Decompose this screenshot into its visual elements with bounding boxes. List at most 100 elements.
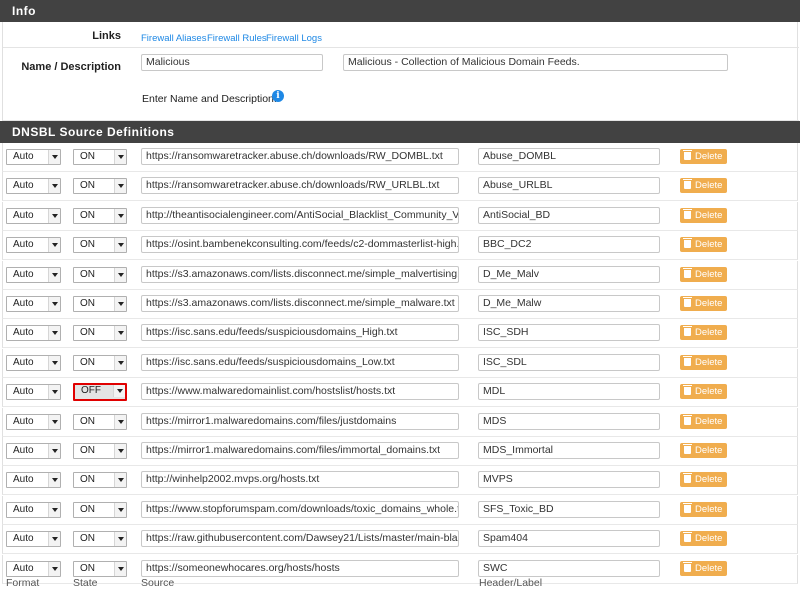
header-label-input[interactable]: D_Me_Malw <box>478 295 660 312</box>
source-url-input[interactable]: https://www.malwaredomainlist.com/hostsl… <box>141 383 459 400</box>
state-select-value: ON <box>80 563 95 574</box>
header-label-input[interactable]: MDL <box>478 383 660 400</box>
firewall-aliases-link[interactable]: Firewall Aliases <box>141 33 206 44</box>
format-select[interactable]: Auto <box>6 472 61 488</box>
chevron-down-icon <box>114 150 126 164</box>
source-row: Auto ON https://raw.githubusercontent.com/… <box>2 525 798 554</box>
chevron-down-icon <box>48 209 60 223</box>
state-select[interactable]: ON <box>73 237 127 253</box>
format-select[interactable]: Auto <box>6 208 61 224</box>
format-select[interactable]: Auto <box>6 414 61 430</box>
header-label-column-label: Header/Label <box>479 577 543 589</box>
delete-button[interactable]: Delete <box>680 208 728 223</box>
delete-button[interactable]: Delete <box>680 325 728 340</box>
state-select[interactable]: ON <box>73 531 127 547</box>
source-url-input[interactable]: http://winhelp2002.mvps.org/hosts.txt <box>141 471 459 488</box>
state-select[interactable]: ON <box>73 502 127 518</box>
state-select[interactable]: ON <box>73 561 127 577</box>
chevron-down-icon <box>114 503 126 517</box>
format-select[interactable]: Auto <box>6 237 61 253</box>
state-select[interactable]: ON <box>73 208 127 224</box>
format-select-value: Auto <box>13 416 34 427</box>
chevron-down-icon <box>114 297 126 311</box>
state-select[interactable]: ON <box>73 414 127 430</box>
header-label-input[interactable]: MDS_Immortal <box>478 442 660 459</box>
format-select[interactable]: Auto <box>6 531 61 547</box>
source-url-input[interactable]: http://theantisocialengineer.com/AntiSoc… <box>141 207 459 224</box>
info-panel-heading: Info <box>0 0 800 22</box>
header-label-input[interactable]: MDS <box>478 413 660 430</box>
delete-button[interactable]: Delete <box>680 414 728 429</box>
header-label-input[interactable]: Abuse_URLBL <box>478 177 660 194</box>
format-select[interactable]: Auto <box>6 355 61 371</box>
firewall-rules-link[interactable]: Firewall Rules <box>207 33 267 44</box>
header-label-input[interactable]: Spam404 <box>478 530 660 547</box>
header-label-input[interactable]: BBC_DC2 <box>478 236 660 253</box>
name-input[interactable]: Malicious <box>141 54 323 71</box>
format-select[interactable]: Auto <box>6 325 61 341</box>
state-select[interactable]: ON <box>73 149 127 165</box>
state-select-value: ON <box>80 180 95 191</box>
source-url-input[interactable]: https://s3.amazonaws.com/lists.disconnec… <box>141 295 459 312</box>
delete-button[interactable]: Delete <box>680 561 728 576</box>
delete-button-label: Delete <box>695 445 723 456</box>
firewall-logs-link[interactable]: Firewall Logs <box>266 33 322 44</box>
format-select[interactable]: Auto <box>6 384 61 400</box>
source-url-input[interactable]: https://someonewhocares.org/hosts/hosts <box>141 560 459 577</box>
header-label-input[interactable]: Abuse_DOMBL <box>478 148 660 165</box>
source-url-input[interactable]: https://mirror1.malwaredomains.com/files… <box>141 413 459 430</box>
chevron-down-icon <box>114 415 126 429</box>
delete-button[interactable]: Delete <box>680 384 728 399</box>
state-select[interactable]: ON <box>73 296 127 312</box>
delete-button[interactable]: Delete <box>680 149 728 164</box>
format-select[interactable]: Auto <box>6 561 61 577</box>
delete-button[interactable]: Delete <box>680 267 728 282</box>
format-select[interactable]: Auto <box>6 267 61 283</box>
delete-button[interactable]: Delete <box>680 472 728 487</box>
source-url-input[interactable]: https://www.stopforumspam.com/downloads/… <box>141 501 459 518</box>
source-url-input[interactable]: https://mirror1.malwaredomains.com/files… <box>141 442 459 459</box>
delete-button[interactable]: Delete <box>680 531 728 546</box>
name-description-label: Name / Description <box>21 61 121 73</box>
header-label-input[interactable]: ISC_SDH <box>478 324 660 341</box>
state-select[interactable]: ON <box>73 472 127 488</box>
description-input[interactable]: Malicious - Collection of Malicious Doma… <box>343 54 728 71</box>
delete-button[interactable]: Delete <box>680 237 728 252</box>
info-icon[interactable]: i <box>272 90 284 102</box>
source-url-input[interactable]: https://isc.sans.edu/feeds/suspiciousdom… <box>141 354 459 371</box>
delete-button[interactable]: Delete <box>680 355 728 370</box>
delete-button[interactable]: Delete <box>680 178 728 193</box>
chevron-down-icon <box>48 356 60 370</box>
format-select[interactable]: Auto <box>6 178 61 194</box>
dnsbl-source-definitions-heading: DNSBL Source Definitions <box>0 121 800 143</box>
source-url-input[interactable]: https://isc.sans.edu/feeds/suspiciousdom… <box>141 324 459 341</box>
trash-icon <box>683 562 692 572</box>
state-select[interactable]: ON <box>73 178 127 194</box>
delete-button[interactable]: Delete <box>680 296 728 311</box>
chevron-down-icon <box>48 415 60 429</box>
header-label-input[interactable]: MVPS <box>478 471 660 488</box>
format-select[interactable]: Auto <box>6 502 61 518</box>
format-select[interactable]: Auto <box>6 149 61 165</box>
source-url-input[interactable]: https://raw.githubusercontent.com/Dawsey… <box>141 530 459 547</box>
header-label-input[interactable]: D_Me_Malv <box>478 266 660 283</box>
header-label-input[interactable]: ISC_SDL <box>478 354 660 371</box>
state-select[interactable]: ON <box>73 443 127 459</box>
format-select[interactable]: Auto <box>6 296 61 312</box>
source-url-input[interactable]: https://osint.bambenekconsulting.com/fee… <box>141 236 459 253</box>
state-select[interactable]: ON <box>73 267 127 283</box>
source-url-input[interactable]: https://ransomwaretracker.abuse.ch/downl… <box>141 148 459 165</box>
source-url-input[interactable]: https://ransomwaretracker.abuse.ch/downl… <box>141 177 459 194</box>
delete-button-label: Delete <box>695 386 723 397</box>
state-select[interactable]: ON <box>73 355 127 371</box>
header-label-input[interactable]: SWC <box>478 560 660 577</box>
state-select[interactable]: ON <box>73 325 127 341</box>
header-label-input[interactable]: AntiSocial_BD <box>478 207 660 224</box>
source-url-input[interactable]: https://s3.amazonaws.com/lists.disconnec… <box>141 266 459 283</box>
state-select[interactable]: OFF <box>73 383 127 401</box>
header-label-input[interactable]: SFS_Toxic_BD <box>478 501 660 518</box>
source-column-label: Source <box>141 577 175 589</box>
delete-button[interactable]: Delete <box>680 443 728 458</box>
format-select[interactable]: Auto <box>6 443 61 459</box>
delete-button[interactable]: Delete <box>680 502 728 517</box>
